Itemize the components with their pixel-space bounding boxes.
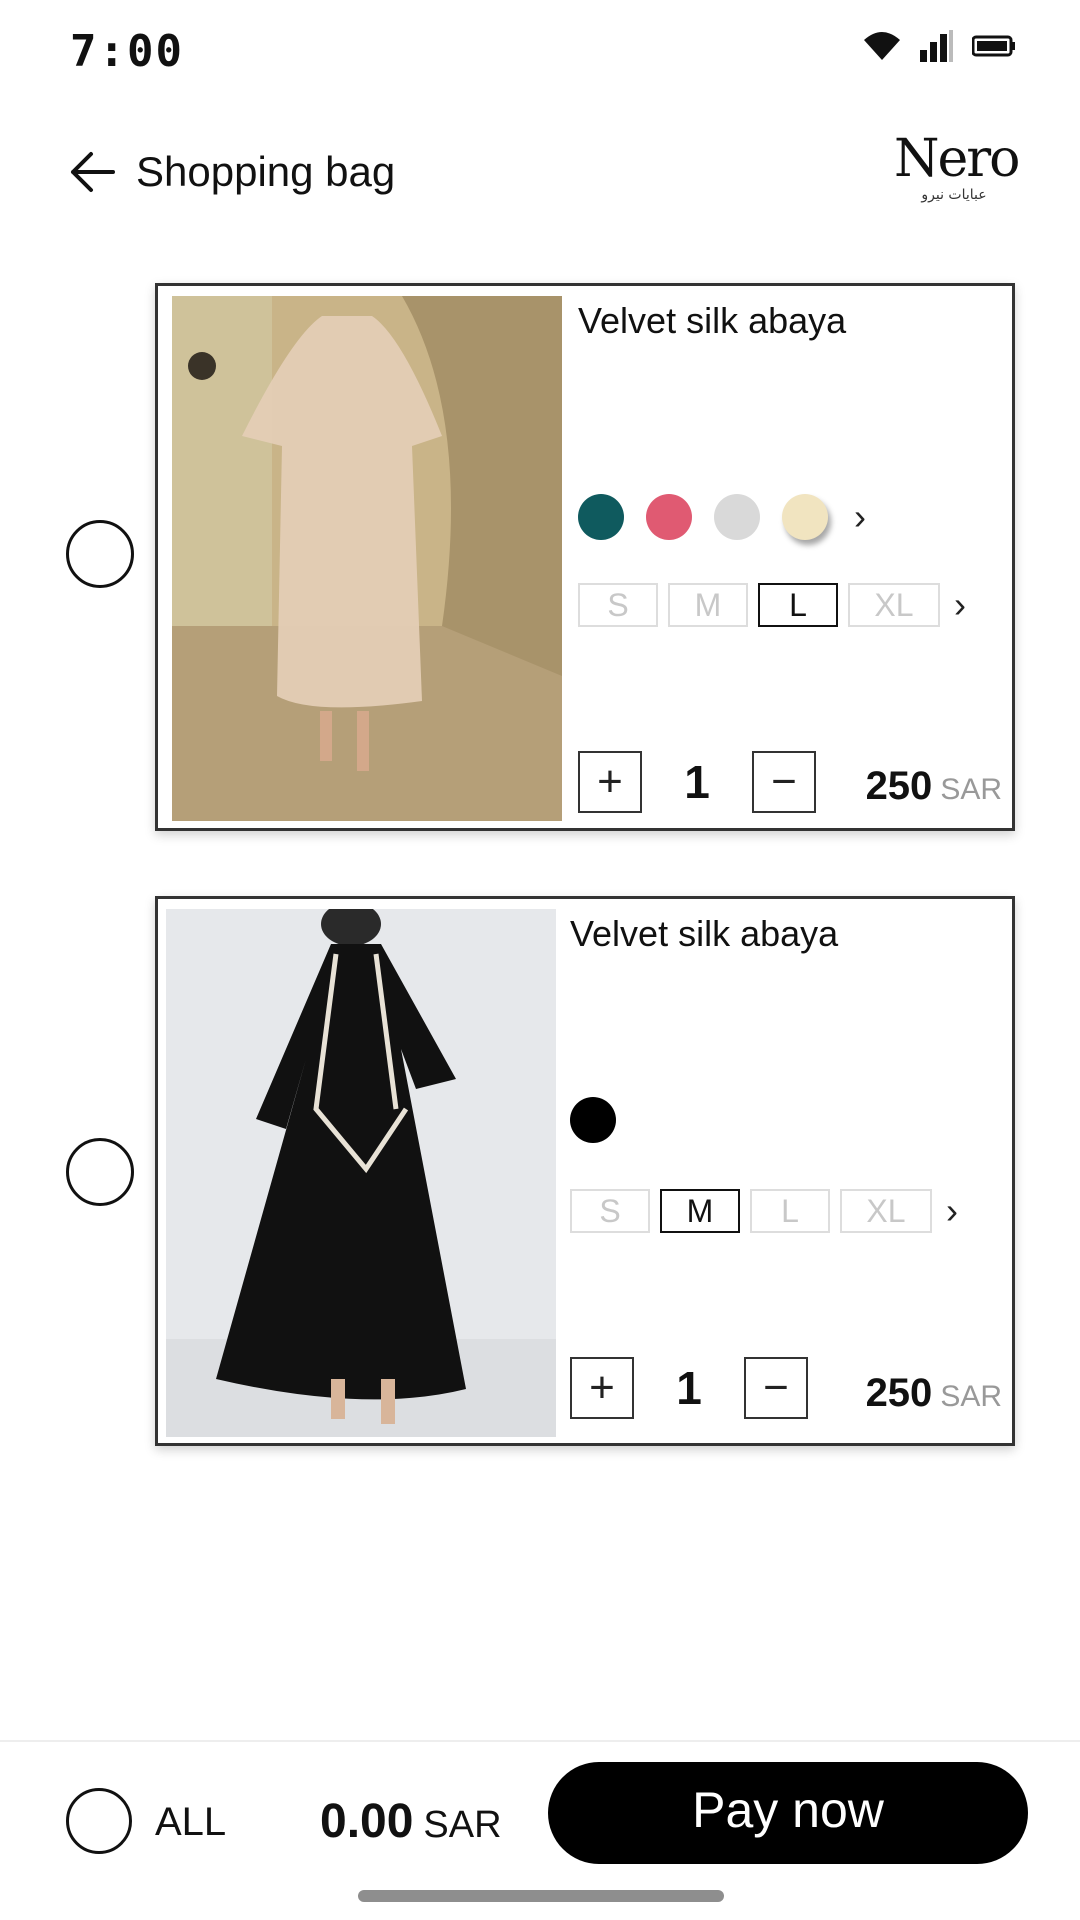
select-all-label: ALL	[155, 1800, 227, 1844]
size-option-selected[interactable]: L	[758, 583, 838, 627]
brand-logo: Nero عبايات نيرو	[894, 129, 1020, 222]
color-swatch-selected[interactable]	[570, 1097, 616, 1143]
product-card[interactable]: Velvet silk abaya S M L XL › + 1 − 250 SA…	[155, 896, 1015, 1446]
color-swatches: ›	[578, 494, 866, 540]
decrement-button[interactable]: −	[744, 1357, 808, 1419]
status-time: 7:00	[70, 26, 184, 77]
battery-icon	[972, 34, 1016, 58]
price-amount: 250	[865, 1371, 933, 1415]
price-currency: SAR	[940, 773, 1002, 806]
color-swatch[interactable]	[714, 494, 760, 540]
item-select-radio[interactable]	[66, 520, 134, 588]
size-option[interactable]: S	[570, 1189, 650, 1233]
color-swatch-selected[interactable]	[782, 494, 828, 540]
decrement-button[interactable]: −	[752, 751, 816, 813]
total-price: 0.00 SAR	[320, 1794, 502, 1849]
color-swatch[interactable]	[646, 494, 692, 540]
increment-button[interactable]: +	[578, 751, 642, 813]
pay-now-button[interactable]: Pay now	[548, 1762, 1028, 1864]
quantity-value: 1	[676, 1362, 702, 1414]
product-name: Velvet silk abaya	[570, 913, 839, 954]
chevron-right-icon[interactable]: ›	[854, 496, 866, 538]
size-options: S M L XL ›	[570, 1189, 958, 1233]
home-indicator[interactable]	[358, 1890, 724, 1902]
quantity-stepper: + 1 −	[570, 1357, 808, 1419]
item-price: 250 SAR	[866, 1371, 1002, 1416]
cart-item: Velvet silk abaya S M L XL › + 1 − 250 SA…	[0, 892, 1080, 1452]
size-option[interactable]: XL	[848, 583, 940, 627]
app-header: Shopping bag Nero عبايات نيرو	[0, 120, 1080, 230]
quantity-stepper: + 1 −	[578, 751, 816, 813]
size-option-selected[interactable]: M	[660, 1189, 740, 1233]
status-bar: 7:00	[0, 0, 1080, 100]
product-image[interactable]	[166, 909, 556, 1437]
checkout-bar: ALL 0.00 SAR Pay now	[0, 1740, 1080, 1920]
product-card[interactable]: Velvet silk abaya › S M L XL › + 1 − 250…	[155, 283, 1015, 831]
signal-icon	[920, 30, 954, 62]
increment-button[interactable]: +	[570, 1357, 634, 1419]
color-swatches	[570, 1097, 616, 1143]
size-options: S M L XL ›	[578, 583, 966, 627]
price-currency: SAR	[940, 1380, 1002, 1413]
back-button[interactable]	[62, 144, 122, 204]
product-image[interactable]	[172, 296, 562, 821]
select-all-radio[interactable]	[66, 1788, 132, 1854]
size-option[interactable]: M	[668, 583, 748, 627]
price-amount: 250	[865, 764, 933, 808]
cart-item: Velvet silk abaya › S M L XL › + 1 − 250…	[0, 275, 1080, 835]
wifi-icon	[862, 30, 902, 62]
item-select-radio[interactable]	[66, 1138, 134, 1206]
page-title: Shopping bag	[136, 148, 396, 195]
size-option[interactable]: L	[750, 1189, 830, 1233]
chevron-right-icon[interactable]: ›	[954, 584, 966, 626]
chevron-right-icon[interactable]: ›	[946, 1190, 958, 1232]
color-swatch[interactable]	[578, 494, 624, 540]
product-name: Velvet silk abaya	[578, 300, 847, 341]
status-icons	[862, 30, 1016, 62]
size-option[interactable]: S	[578, 583, 658, 627]
size-option[interactable]: XL	[840, 1189, 932, 1233]
quantity-value: 1	[684, 756, 710, 808]
item-price: 250 SAR	[866, 764, 1002, 809]
brand-name: Nero	[894, 129, 1020, 189]
total-currency: SAR	[423, 1804, 502, 1846]
arrow-left-icon	[67, 150, 117, 199]
total-amount: 0.00	[320, 1795, 414, 1848]
